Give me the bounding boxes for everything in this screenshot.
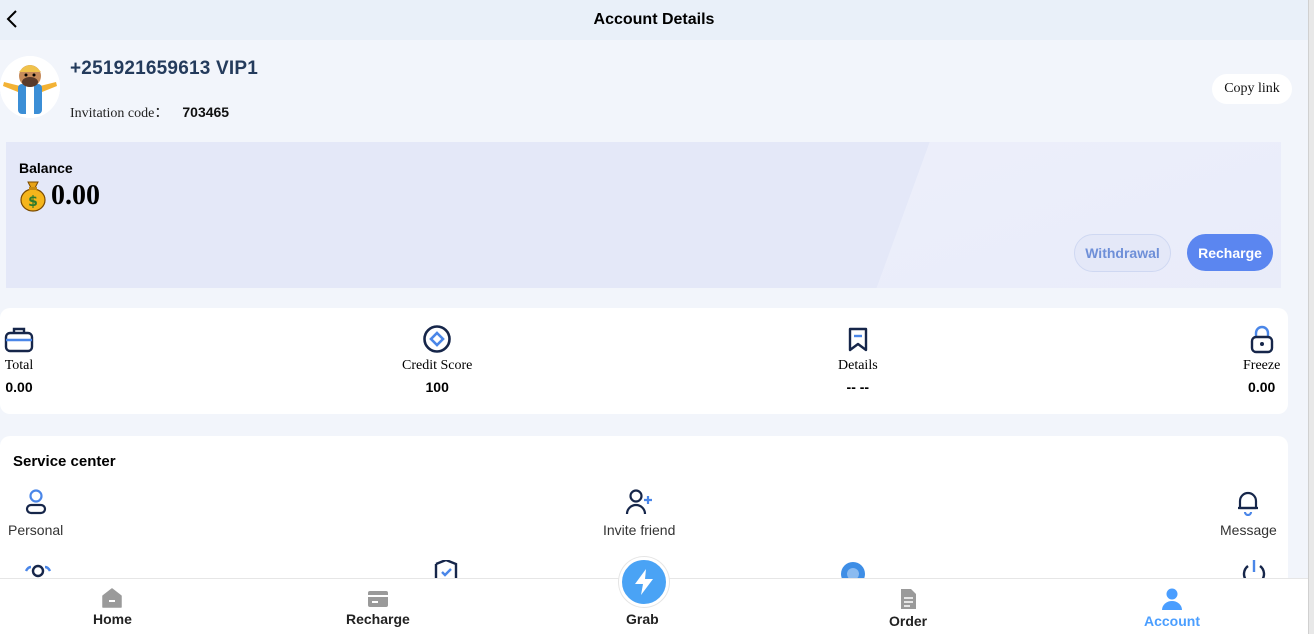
stat-label: Credit Score — [402, 358, 473, 373]
page-title: Account Details — [593, 11, 715, 28]
stat-details[interactable]: Details -- -- — [838, 324, 878, 395]
chevron-left-icon — [6, 10, 17, 28]
service-label: Personal — [8, 522, 64, 538]
tab-label: Recharge — [346, 611, 410, 627]
tab-grab[interactable] — [619, 557, 669, 607]
user-icon — [1162, 588, 1182, 610]
money-bag-icon: $ — [20, 181, 46, 212]
credit-score-icon — [423, 325, 451, 353]
service-personal[interactable]: Personal — [8, 488, 63, 538]
balance-label: Balance — [19, 160, 73, 176]
service-message[interactable]: Message — [1220, 488, 1277, 538]
view-icon — [24, 564, 52, 578]
stat-total[interactable]: Total 0.00 — [4, 324, 34, 395]
balance-row: $ 0.00 — [19, 180, 100, 212]
stat-value: -- -- — [846, 379, 870, 395]
stat-label: Details — [838, 358, 878, 373]
profile-section: +251921659613 VIP1 Invitation code： 70346… — [0, 40, 1308, 140]
balance-value: 0.00 — [51, 180, 100, 211]
shield-icon — [434, 558, 458, 578]
recharge-button[interactable]: Recharge — [1187, 234, 1273, 271]
support-icon — [841, 562, 865, 586]
avatar[interactable] — [0, 56, 60, 118]
invitation-code-label: Invitation code： — [70, 106, 169, 121]
tab-label: Account — [1144, 613, 1200, 629]
stat-label: Freeze — [1243, 358, 1281, 373]
user-phone: +251921659613 VIP1 — [70, 58, 258, 79]
briefcase-icon — [4, 327, 34, 353]
copy-link-button[interactable]: Copy link — [1212, 74, 1292, 104]
invitation-code-value: 703465 — [182, 104, 230, 120]
stat-value: 0.00 — [1248, 379, 1276, 395]
tab-recharge[interactable]: Recharge — [346, 587, 410, 627]
page-scrollbar[interactable] — [1308, 0, 1314, 634]
back-button[interactable] — [0, 6, 24, 32]
service-label: Invite friend — [603, 522, 676, 538]
bookmark-icon — [848, 327, 868, 352]
balance-card: Balance $ 0.00 Withdrawal Recharge — [6, 142, 1281, 288]
lock-icon — [1250, 325, 1273, 354]
tab-order[interactable]: Order — [889, 587, 927, 629]
tab-label: Order — [889, 613, 928, 629]
power-icon — [1242, 560, 1266, 586]
wallet-icon — [367, 591, 388, 607]
tab-grab-label: Grab — [626, 611, 659, 627]
tab-label: Home — [93, 611, 132, 627]
stat-freeze[interactable]: Freeze 0.00 — [1243, 324, 1280, 395]
withdrawal-button[interactable]: Withdrawal — [1074, 234, 1171, 272]
tab-account[interactable]: Account — [1144, 587, 1200, 629]
stat-value: 0.00 — [5, 379, 33, 395]
stat-label: Total — [4, 358, 34, 373]
bell-icon — [1238, 491, 1259, 516]
lightning-icon — [635, 569, 653, 595]
add-user-icon — [626, 489, 653, 515]
stat-value: 100 — [425, 379, 449, 395]
stat-credit-score[interactable]: Credit Score 100 — [402, 324, 472, 395]
home-icon — [102, 588, 123, 608]
tab-home[interactable]: Home — [93, 587, 132, 627]
service-label: Message — [1220, 522, 1277, 538]
service-center-title: Service center — [13, 453, 116, 470]
stats-panel: Total 0.00 Credit Score 100 Details -- -… — [0, 308, 1288, 414]
svg-text:$: $ — [28, 194, 38, 210]
person-icon — [25, 489, 46, 515]
invitation-code-row: Invitation code： 703465 — [70, 102, 229, 122]
top-bar: Account Details — [0, 0, 1308, 40]
document-icon — [901, 589, 917, 609]
service-invite-friend[interactable]: Invite friend — [603, 488, 675, 538]
